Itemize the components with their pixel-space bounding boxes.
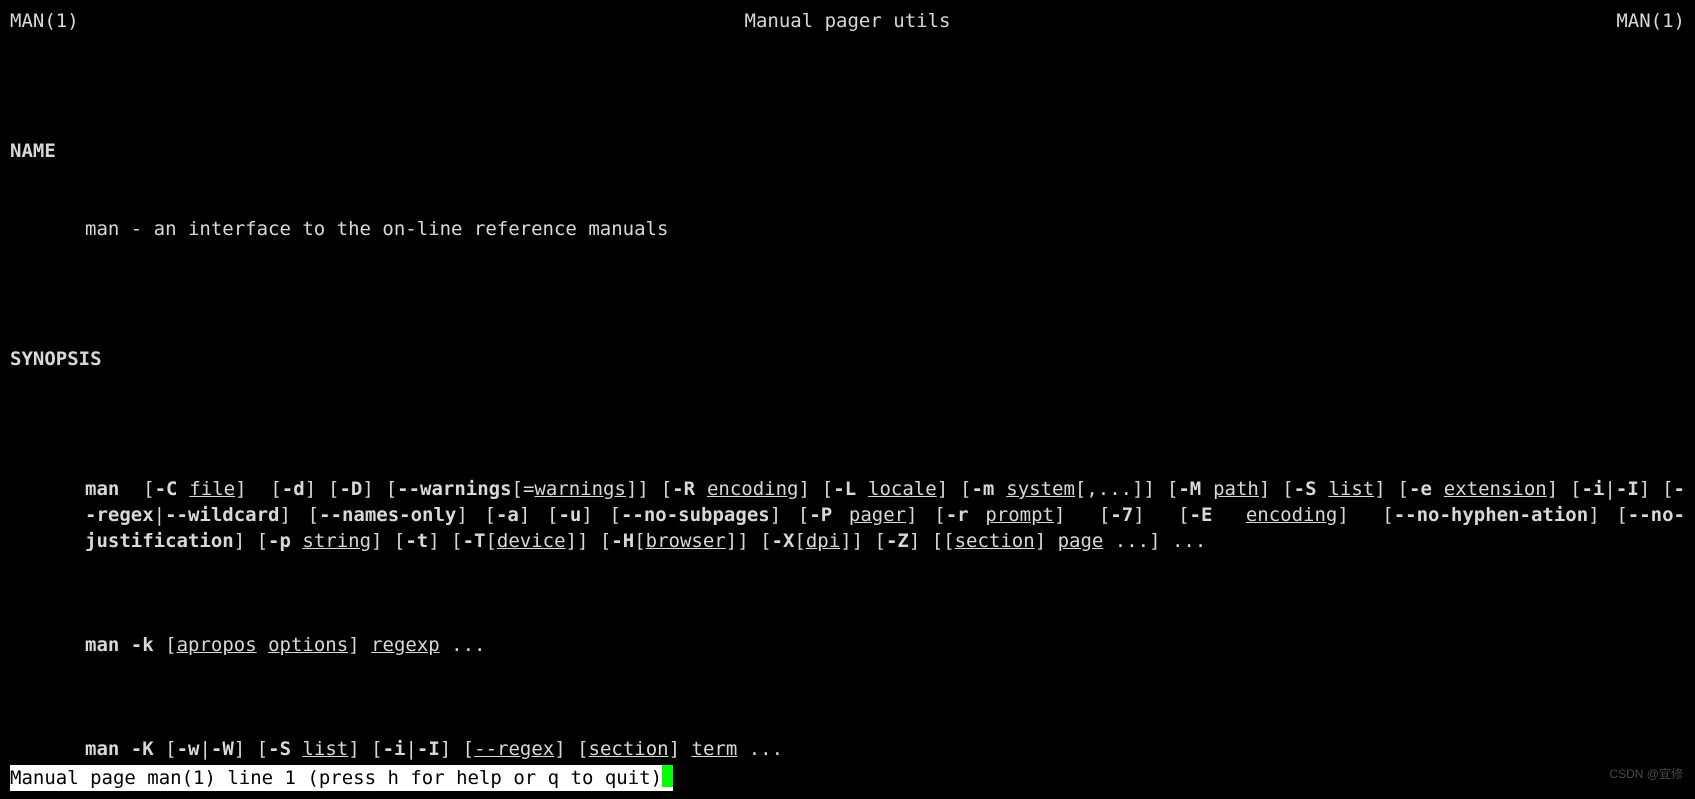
header-left: MAN(1) <box>10 8 79 34</box>
section-name-head: NAME <box>10 138 1685 164</box>
page-body: NAME man - an interface to the on-line r… <box>0 34 1695 799</box>
watermark-text: CSDN @宜修 <box>1609 761 1683 787</box>
pager-status-bar[interactable]: Manual page man(1) line 1 (press h for h… <box>10 765 673 791</box>
section-synopsis-head: SYNOPSIS <box>10 346 1685 372</box>
cursor-icon <box>662 765 673 787</box>
synopsis-line-3: man -K [-w|-W] [-S list] [-i|-I] [--rege… <box>85 736 1685 762</box>
synopsis-line-1: man [-C file] [-d] [-D] [--warnings[=war… <box>85 476 1685 554</box>
header-right: MAN(1) <box>1616 8 1685 34</box>
man-page-viewer[interactable]: MAN(1) Manual pager utils MAN(1) NAME ma… <box>0 0 1695 799</box>
status-text: Manual page man(1) line 1 (press h for h… <box>10 767 662 789</box>
section-name-body: man - an interface to the on-line refere… <box>85 216 1685 242</box>
header-center: Manual pager utils <box>745 8 951 34</box>
synopsis-line-2: man -k [apropos options] regexp ... <box>85 632 1685 658</box>
page-header: MAN(1) Manual pager utils MAN(1) <box>0 0 1695 34</box>
